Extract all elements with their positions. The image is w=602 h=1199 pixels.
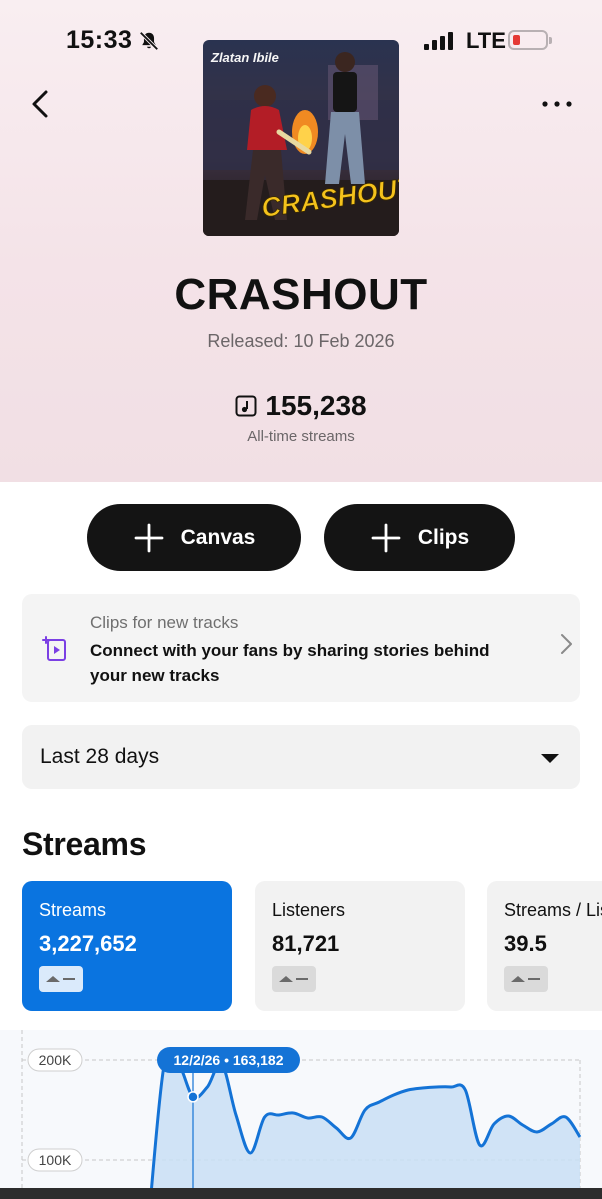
trend-badge	[272, 966, 316, 992]
streams-section-title: Streams	[22, 826, 147, 862]
promo-body: Connect with your fans by sharing storie…	[90, 641, 490, 685]
metric-card-streams[interactable]: Streams 3,227,652	[22, 881, 232, 1011]
plus-icon	[371, 523, 401, 552]
metric-value: 39.5	[504, 931, 547, 956]
chevron-right-icon	[561, 634, 572, 654]
more-options-icon[interactable]	[540, 96, 574, 112]
metric-card-listeners[interactable]: Listeners 81,721	[255, 881, 465, 1011]
chevron-down-icon	[541, 754, 559, 763]
streams-chart[interactable]: 200K 100K 12/2/26 • 163,182	[0, 1030, 602, 1199]
album-cover-image: Zlatan Ibile CRASHOUT!	[203, 40, 399, 236]
trend-badge	[504, 966, 548, 992]
plus-icon	[134, 523, 164, 552]
network-type: LTE	[466, 28, 506, 53]
metric-label: Streams	[39, 900, 107, 920]
music-note-icon	[235, 395, 257, 417]
clip-add-icon	[42, 636, 66, 661]
add-clips-label: Clips	[417, 525, 470, 549]
metric-value: 3,227,652	[39, 931, 137, 956]
date-range-label: Last 28 days	[40, 745, 160, 768]
bell-muted-icon	[139, 31, 159, 51]
back-arrow-icon[interactable]	[26, 86, 56, 122]
trend-badge	[39, 966, 83, 992]
cellular-signal-icon	[424, 32, 456, 50]
add-canvas-button[interactable]: Canvas	[87, 504, 301, 571]
cover-artist-text: Zlatan Ibile	[210, 50, 279, 65]
all-time-streams: 155,238	[0, 388, 602, 424]
add-clips-button[interactable]: Clips	[324, 504, 515, 571]
promo-title: Clips for new tracks	[90, 613, 239, 632]
metric-value: 81,721	[272, 931, 340, 956]
metric-card-streams-per-listener[interactable]: Streams / Listener 39.5	[487, 881, 602, 1011]
track-title: CRASHOUT	[174, 270, 428, 319]
clock: 15:33	[66, 26, 133, 54]
date-range-dropdown[interactable]: Last 28 days	[22, 725, 580, 789]
release-date: Released: 10 Feb 2026	[207, 331, 395, 351]
add-canvas-label: Canvas	[180, 525, 256, 549]
all-time-streams-value: 155,238	[265, 390, 367, 421]
y-tick-label: 100K	[39, 1152, 72, 1168]
bottom-edge-bar	[0, 1188, 602, 1199]
tooltip-text: 12/2/26 • 163,182	[174, 1052, 284, 1068]
clips-promo-card[interactable]: Clips for new tracks Connect with your f…	[22, 594, 580, 702]
metric-label: Streams / Listener	[504, 900, 602, 920]
streams-chart-svg: 200K 100K 12/2/26 • 163,182	[21, 1030, 582, 1199]
battery-icon	[508, 30, 552, 50]
y-tick-label: 200K	[39, 1052, 72, 1068]
data-point-marker	[187, 1091, 199, 1103]
all-time-streams-label: All-time streams	[247, 428, 355, 445]
metric-label: Listeners	[272, 900, 346, 920]
